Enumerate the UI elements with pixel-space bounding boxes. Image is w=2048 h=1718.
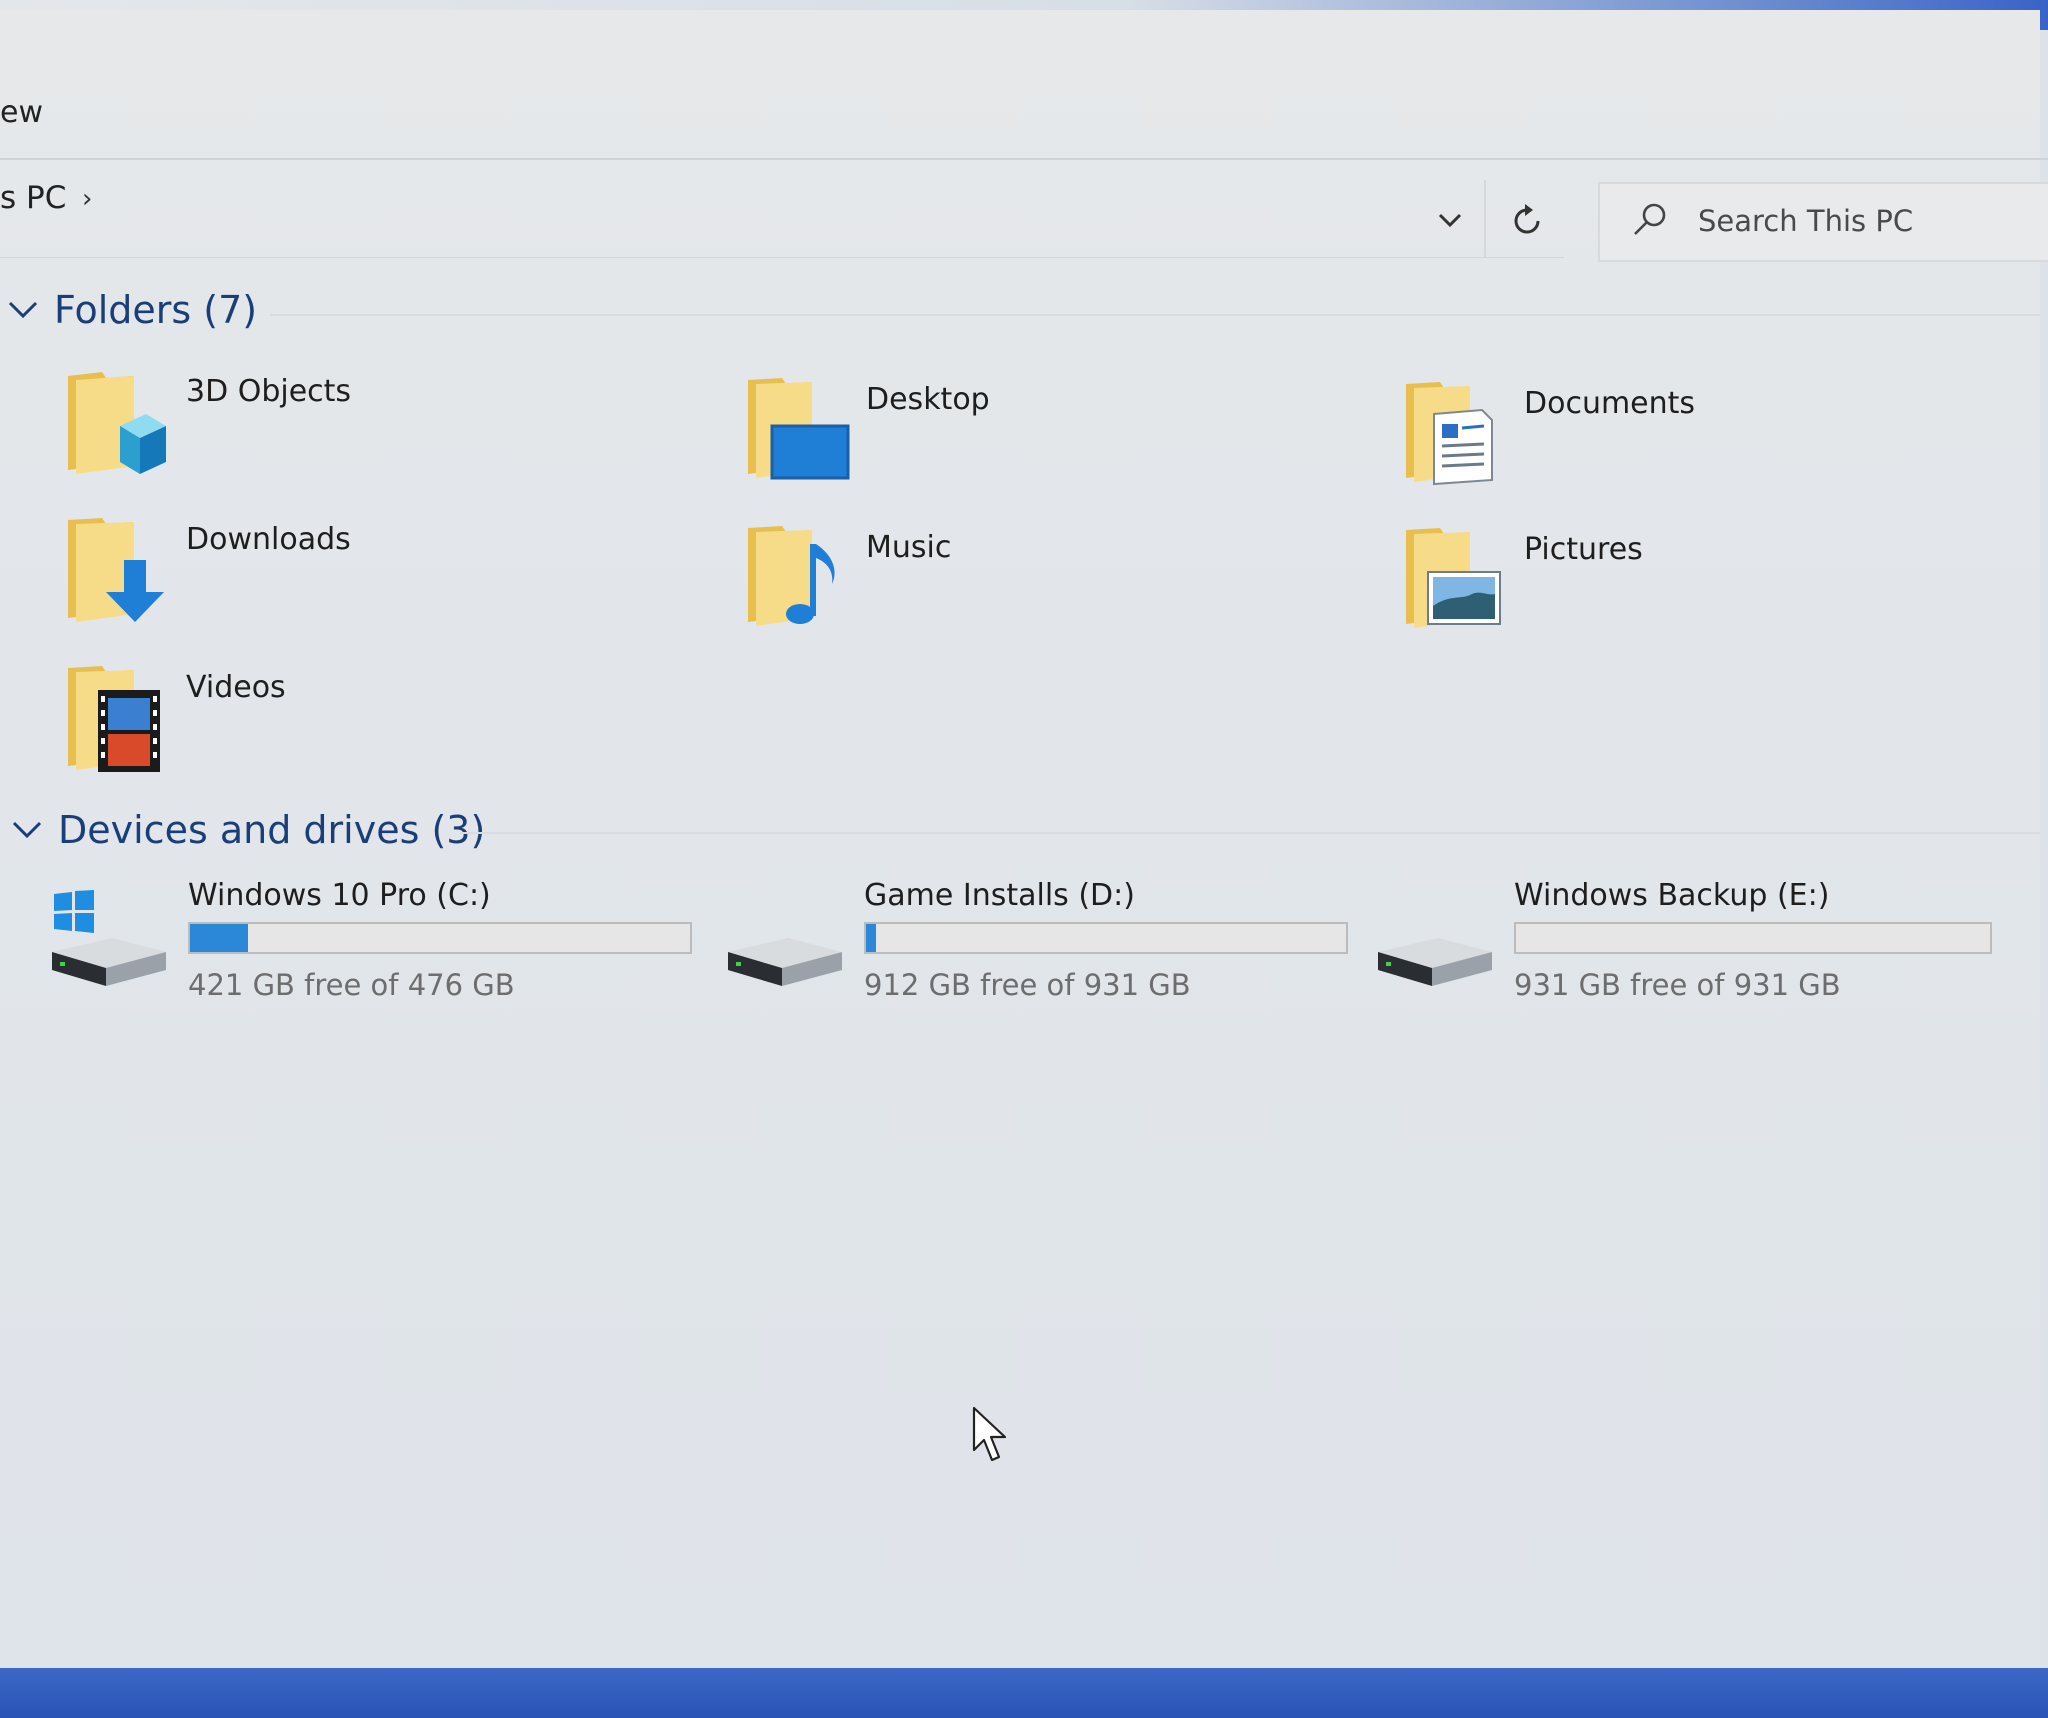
folder-label: Downloads [186,522,351,557]
folders-section-title: Folders (7) [54,288,258,332]
search-input[interactable] [1698,200,2038,242]
drive-usage-fill [866,924,876,952]
section-divider [270,314,2040,316]
folder-label: 3D Objects [186,374,352,409]
folder-3d-objects[interactable]: 3D Objects [62,366,682,496]
chevron-down-icon [12,821,42,839]
folder-label: Pictures [1524,532,1643,567]
drive-free-space: 912 GB free of 931 GB [864,968,1191,1002]
folder-downloads[interactable]: Downloads [62,514,682,644]
section-divider [460,832,2040,834]
ribbon-tab-view[interactable]: ew [0,95,43,130]
hard-drive-icon [728,938,842,986]
desktop-folder-icon [748,378,850,480]
refresh-button[interactable] [1500,196,1554,246]
pictures-folder-icon [1406,528,1501,628]
address-bar[interactable] [0,172,1564,258]
mouse-cursor-icon [972,1406,1007,1462]
address-history-button[interactable] [1430,200,1470,240]
drive-name: Windows 10 Pro (C:) [188,878,491,913]
drive-name: Windows Backup (E:) [1514,878,1830,913]
search-icon [1634,203,1666,235]
drive-free-space: 421 GB free of 476 GB [188,968,515,1002]
breadcrumb-this-pc[interactable]: s PC [0,180,66,216]
drive-e[interactable]: Windows Backup (E:) 931 GB free of 931 G… [1374,878,2014,1008]
drive-usage-bar [188,922,692,954]
folder-pictures[interactable]: Pictures [1400,524,2020,654]
downloads-folder-icon [68,518,164,622]
folder-label: Documents [1524,386,1696,421]
ribbon-divider [0,158,2048,160]
folder-label: Music [866,530,952,565]
windows-system-drive-icon [52,890,166,986]
drive-usage-bar [864,922,1348,954]
folders-section-header[interactable]: Folders (7) [6,288,257,332]
breadcrumb-chevron-icon[interactable]: › [82,184,92,214]
folder-label: Desktop [866,382,990,417]
drives-section-header[interactable]: Devices and drives (3) [10,808,485,852]
drive-free-space: 931 GB free of 931 GB [1514,968,1841,1002]
drive-c[interactable]: Windows 10 Pro (C:) 421 GB free of 476 G… [48,878,692,1008]
refresh-icon [1514,204,1540,234]
drive-d[interactable]: Game Installs (D:) 912 GB free of 931 GB [724,878,1364,1008]
taskbar-edge [0,1668,2048,1718]
drive-name: Game Installs (D:) [864,878,1135,913]
folder-videos[interactable]: Videos [62,662,682,792]
drives-section-title: Devices and drives (3) [58,808,486,852]
address-divider [1484,180,1486,258]
music-folder-icon [748,526,835,626]
hard-drive-icon [1378,938,1492,986]
documents-folder-icon [1406,382,1493,486]
folder-documents[interactable]: Documents [1400,378,2020,508]
chevron-down-icon [1438,213,1462,228]
folder-music[interactable]: Music [742,522,1362,652]
videos-folder-icon [68,666,160,772]
drive-usage-fill [190,924,248,952]
3d-objects-folder-icon [68,372,166,474]
folder-label: Videos [186,670,286,705]
chevron-down-icon [8,301,38,319]
drive-usage-bar [1514,922,1992,954]
folder-desktop[interactable]: Desktop [742,374,1362,504]
